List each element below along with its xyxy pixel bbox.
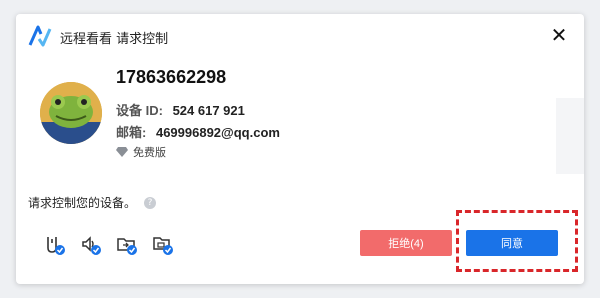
email-label: 邮箱:: [116, 125, 147, 140]
device-id-value: 524 617 921: [172, 103, 245, 118]
request-message-row: 请求控制您的设备。 ?: [28, 194, 157, 211]
permission-icons: [44, 234, 174, 256]
frog-avatar-image: [40, 82, 102, 144]
version-row: 免费版: [116, 144, 166, 160]
close-icon: ✕: [550, 23, 568, 47]
request-message: 请求控制您的设备。: [28, 196, 137, 210]
reject-button[interactable]: 拒绝(4): [360, 230, 452, 256]
version-label: 免费版: [133, 146, 166, 159]
email-value: 469996892@qq.com: [155, 125, 280, 140]
close-button[interactable]: ✕: [548, 24, 570, 46]
device-id-label: 设备 ID:: [116, 103, 163, 118]
app-logo-icon: [28, 25, 52, 47]
side-panel: [556, 98, 584, 174]
title-bar: 远程看看 请求控制 ✕: [16, 14, 584, 58]
file-transfer-icon[interactable]: [116, 234, 138, 256]
request-control-dialog: 远程看看 请求控制 ✕ 17863662298 设备 ID: 524 617 9…: [16, 14, 584, 284]
help-icon[interactable]: ?: [144, 196, 157, 209]
requester-phone: 17863662298: [116, 67, 227, 87]
email-row: 邮箱: 469996892@qq.com: [116, 122, 280, 141]
diamond-icon: [116, 147, 128, 157]
accept-button[interactable]: 同意: [466, 230, 558, 256]
device-id-row: 设备 ID: 524 617 921: [116, 100, 245, 119]
clipboard-icon[interactable]: [152, 234, 174, 256]
screen-control-icon[interactable]: [44, 234, 66, 256]
window-title: 远程看看 请求控制: [60, 32, 169, 47]
avatar: [40, 82, 102, 144]
audio-icon[interactable]: [80, 234, 102, 256]
